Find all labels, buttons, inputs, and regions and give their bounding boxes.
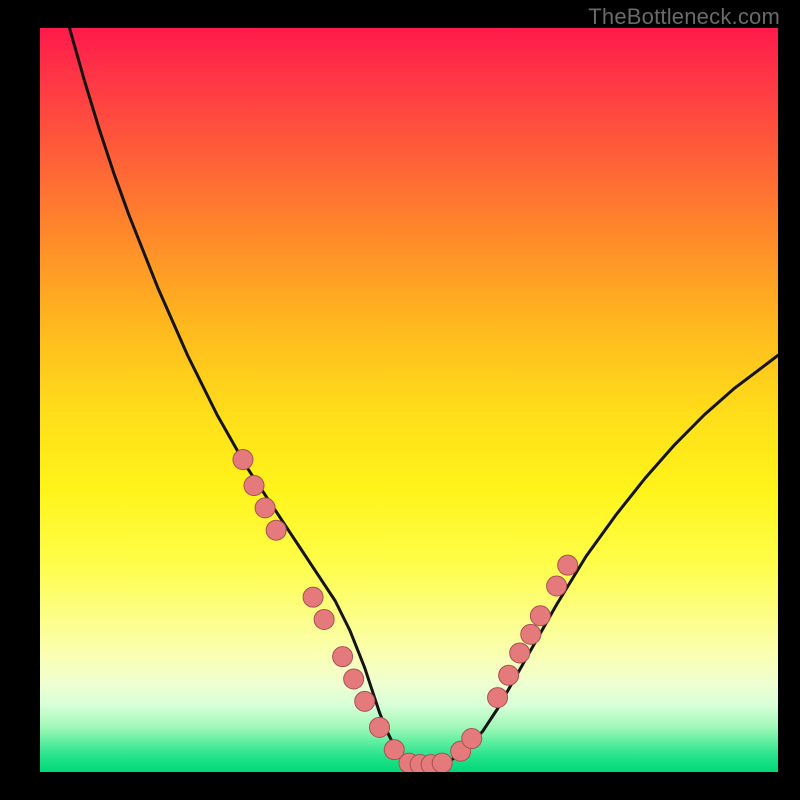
curve-marker [255, 498, 275, 518]
curve-marker [558, 555, 578, 575]
curve-marker [355, 691, 375, 711]
curve-marker [233, 450, 253, 470]
curve-marker [303, 587, 323, 607]
curve-markers [233, 450, 578, 772]
plot-svg [40, 28, 778, 772]
curve-marker [510, 643, 530, 663]
chart-frame: TheBottleneck.com [0, 0, 800, 800]
curve-marker [530, 606, 550, 626]
curve-marker [314, 609, 334, 629]
curve-marker [521, 624, 541, 644]
bottleneck-curve [70, 28, 778, 765]
watermark-text: TheBottleneck.com [588, 4, 780, 30]
curve-marker [499, 665, 519, 685]
plot-area [40, 28, 778, 772]
curve-marker [244, 476, 264, 496]
curve-marker [547, 576, 567, 596]
curve-marker [369, 717, 389, 737]
curve-marker [344, 669, 364, 689]
curve-marker [432, 753, 452, 772]
curve-marker [488, 688, 508, 708]
curve-marker [462, 729, 482, 749]
curve-marker [333, 647, 353, 667]
curve-marker [266, 520, 286, 540]
